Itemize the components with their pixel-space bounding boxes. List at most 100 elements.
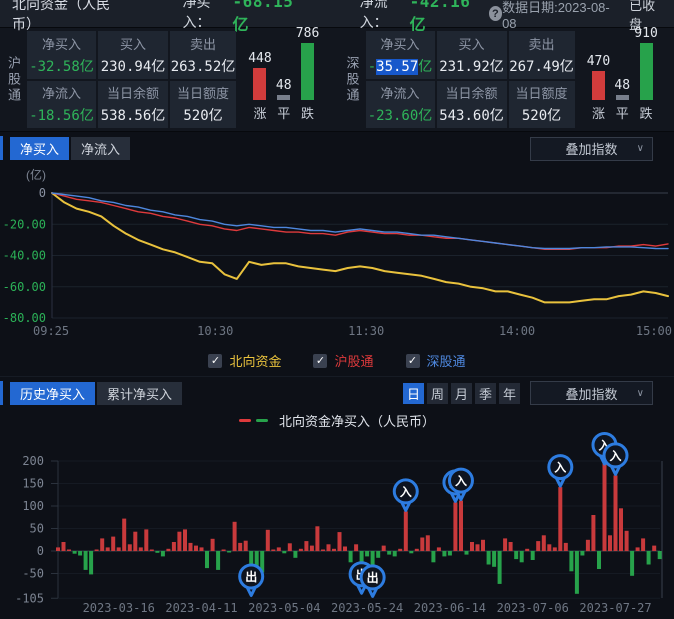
checkbox-checked-icon[interactable]: ✓ xyxy=(208,354,222,368)
bar xyxy=(282,551,286,553)
inflow-pin-marker[interactable]: 入 xyxy=(604,444,627,475)
bar xyxy=(89,551,93,574)
bar xyxy=(122,519,126,551)
bar xyxy=(293,551,297,558)
period-button-周[interactable]: 周 xyxy=(427,383,448,404)
tab-cumulative-net-buy[interactable]: 累计净买入 xyxy=(97,382,182,405)
bar xyxy=(625,531,629,551)
bar xyxy=(630,551,634,576)
updown-bar xyxy=(301,43,314,100)
bar xyxy=(647,551,651,565)
tab-history-net-buy[interactable]: 历史净买入 xyxy=(10,382,95,405)
top-bar: 北向资金（人民币） 净买入： -68.15亿 净流入： -42.16亿 ? 数据… xyxy=(0,0,674,28)
x-axis-tick: 11:30 xyxy=(348,324,384,338)
updown-column: 48平 xyxy=(614,78,630,122)
updown-bar xyxy=(253,68,266,100)
bar xyxy=(608,535,612,551)
tab-net-buy[interactable]: 净买入 xyxy=(10,137,69,160)
stat-value: 231.92亿 xyxy=(439,56,504,76)
period-button-季[interactable]: 季 xyxy=(475,383,496,404)
bar xyxy=(636,547,640,551)
bar xyxy=(349,551,353,562)
bar xyxy=(498,551,502,584)
stat-label: 净买入 xyxy=(380,34,419,53)
bar xyxy=(514,551,518,559)
bar xyxy=(597,551,601,569)
stat-cell: 净流入-23.60亿 xyxy=(366,81,435,129)
tab-net-flow[interactable]: 净流入 xyxy=(71,137,130,160)
period-button-日[interactable]: 日 xyxy=(403,383,424,404)
bar xyxy=(420,538,424,552)
connect-panels: 沪股通净买入-32.58亿买入230.94亿卖出263.52亿净流入-18.56… xyxy=(0,28,674,132)
bar xyxy=(128,544,132,551)
bar-chart-legend: 北向资金净买入（人民币） xyxy=(0,409,674,431)
bar xyxy=(404,511,408,551)
bar xyxy=(106,547,110,551)
legend-item-深股通[interactable]: ✓深股通 xyxy=(406,351,466,370)
stat-label: 当日余额 xyxy=(107,83,159,102)
bar xyxy=(56,547,60,551)
bar xyxy=(453,502,457,551)
stat-cell: 净流入-18.56亿 xyxy=(27,81,96,129)
stat-cell: 净买入-32.58亿 xyxy=(27,31,96,79)
period-button-月[interactable]: 月 xyxy=(451,383,472,404)
bar xyxy=(531,551,535,560)
stat-value: 543.60亿 xyxy=(439,105,504,125)
inflow-pin-marker[interactable]: 入 xyxy=(549,456,572,487)
bar xyxy=(315,526,319,551)
updown-column: 48平 xyxy=(276,78,292,122)
bar xyxy=(542,535,546,551)
stat-label: 卖出 xyxy=(528,34,554,53)
bar xyxy=(487,551,491,565)
updown-label: 平 xyxy=(277,103,290,122)
x-axis-tick: 09:25 xyxy=(33,324,69,338)
bar xyxy=(271,550,275,552)
updown-bar xyxy=(592,71,605,100)
bar xyxy=(652,546,656,551)
checkbox-checked-icon[interactable]: ✓ xyxy=(313,354,327,368)
stat-label: 净流入 xyxy=(380,83,419,102)
overlay-index-label: 叠加指数 xyxy=(565,384,617,403)
stat-value: 538.56亿 xyxy=(101,105,166,125)
bar-legend-label: 北向资金净买入（人民币） xyxy=(279,411,435,430)
checkbox-checked-icon[interactable]: ✓ xyxy=(406,354,420,368)
legend-item-沪股通[interactable]: ✓沪股通 xyxy=(313,351,373,370)
bar xyxy=(332,549,336,551)
bar xyxy=(415,549,419,551)
x-axis-date: 2023-05-04 xyxy=(248,601,320,615)
bar xyxy=(520,551,524,562)
bar xyxy=(476,544,480,551)
line-series-2 xyxy=(52,193,668,249)
bar xyxy=(619,508,623,551)
overlay-index-dropdown-1[interactable]: 叠加指数 ∨ xyxy=(530,137,653,161)
stat-label: 当日额度 xyxy=(515,83,567,102)
help-icon[interactable]: ? xyxy=(489,6,502,21)
y-axis-tick: -105 xyxy=(15,591,44,605)
bar xyxy=(78,551,82,556)
bar xyxy=(658,551,662,559)
bar xyxy=(133,532,137,551)
bar xyxy=(465,551,469,555)
y-axis-tick: 0 xyxy=(39,186,46,200)
net-buy-label: 净买入： xyxy=(183,0,233,32)
period-button-年[interactable]: 年 xyxy=(499,383,520,404)
bar xyxy=(183,529,187,551)
stat-label: 当日额度 xyxy=(177,83,229,102)
updown-column: 470涨 xyxy=(587,54,610,122)
updown-column: 448涨 xyxy=(248,51,271,122)
unit-label: (亿) xyxy=(26,167,46,182)
outflow-pin-marker[interactable]: 出 xyxy=(361,566,384,597)
outflow-pin-marker[interactable]: 出 xyxy=(240,565,263,596)
bar xyxy=(398,549,402,551)
updown-count: 910 xyxy=(634,26,657,41)
legend-dash-red xyxy=(239,419,251,422)
legend-item-北向资金[interactable]: ✓北向资金 xyxy=(208,351,281,370)
history-bar-chart: 200150100500-50-1052023-03-162023-04-112… xyxy=(0,431,674,619)
bar xyxy=(189,543,193,551)
x-axis-date: 2023-05-24 xyxy=(331,601,403,615)
bar xyxy=(393,551,397,556)
y-axis-tick: -60.00 xyxy=(3,280,46,294)
panel-name-vertical: 沪股通 xyxy=(0,31,27,128)
stat-label: 净流入 xyxy=(42,83,81,102)
overlay-index-dropdown-2[interactable]: 叠加指数 ∨ xyxy=(530,381,653,405)
